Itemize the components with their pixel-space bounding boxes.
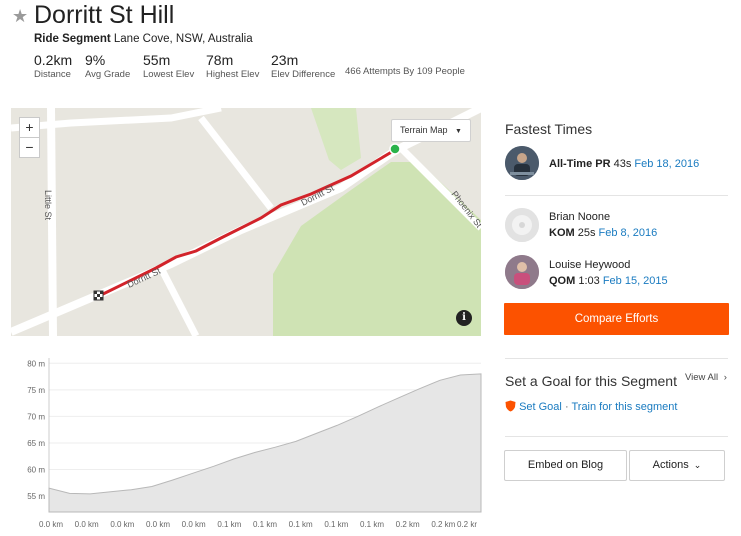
road-little-st: [47, 108, 57, 336]
park-area: [273, 162, 481, 336]
kom-row: KOM 25s Feb 8, 2016: [549, 227, 657, 239]
qom-date-link[interactable]: Feb 15, 2015: [603, 275, 668, 287]
link-separator: ·: [564, 401, 569, 413]
set-goal-link[interactable]: Set Goal: [519, 401, 562, 413]
divider: [505, 195, 728, 196]
rider-photo-icon: [505, 255, 539, 289]
attempts-count: 466 Attempts By 109 People: [345, 66, 465, 77]
map-type-label: Terrain Map: [400, 125, 448, 135]
stat-label: Highest Elev: [206, 69, 260, 80]
zoom-in-button[interactable]: +: [19, 117, 40, 138]
pr-time: 43s: [613, 158, 632, 170]
qom-time: 1:03: [578, 275, 600, 287]
kom-time: 25s: [577, 227, 596, 239]
stat-value: 78m: [206, 52, 234, 68]
embed-button[interactable]: Embed on Blog: [504, 450, 627, 481]
y-axis-ticks: 80 m 75 m 70 m 65 m 60 m 55 m: [27, 359, 45, 501]
x-axis-ticks: 0.0 km 0.0 km 0.0 km 0.0 km 0.0 km 0.1 km 0.1 …: [39, 520, 477, 529]
road-diagonal: [198, 115, 274, 211]
zoom-out-button[interactable]: −: [19, 137, 40, 158]
x-tick-label: 0.0 km: [182, 520, 206, 529]
stat-value: 9%: [85, 52, 106, 68]
stat-avg-grade: 9% Avg Grade: [85, 52, 130, 81]
road-top: [11, 108, 222, 132]
x-tick-label: 0.2 km: [396, 520, 420, 529]
x-tick-label: 0.1 km: [324, 520, 348, 529]
street-label-dorritt-lower: Dorritt St: [126, 266, 163, 290]
chevron-down-icon: ⌄: [693, 460, 702, 470]
x-tick-label: 0.2 kr: [457, 520, 477, 529]
avatar[interactable]: [505, 208, 539, 242]
segment-type: Ride Segment: [34, 33, 111, 45]
finish-flag-icon: [93, 290, 104, 301]
shield-icon: [505, 400, 516, 412]
stat-highest-elev: 78m Highest Elev: [206, 52, 259, 81]
stat-label: Avg Grade: [85, 69, 131, 80]
segment-subtitle: Ride Segment Lane Cove, NSW, Australia: [34, 33, 253, 45]
caret-down-icon: ▼: [455, 128, 462, 135]
info-icon[interactable]: i: [456, 310, 472, 326]
x-tick-label: 0.1 km: [289, 520, 313, 529]
stat-label: Lowest Elev: [143, 69, 195, 80]
avatar[interactable]: [505, 255, 539, 289]
map-canvas[interactable]: Little St Dorritt St Dorritt St Phoenix …: [11, 108, 481, 336]
actions-label: Actions: [652, 459, 689, 471]
stat-distance: 0.2km Distance: [34, 52, 72, 81]
x-tick-label: 0.0 km: [110, 520, 134, 529]
stat-elev-difference: 23m Elev Difference: [271, 52, 335, 81]
park-area-top: [311, 108, 361, 170]
chevron-right-icon: ›: [723, 372, 727, 383]
x-tick-label: 0.2 km: [431, 520, 455, 529]
y-tick-label: 55 m: [27, 492, 45, 501]
x-tick-label: 0.1 km: [217, 520, 241, 529]
segment-location: Lane Cove, NSW, Australia: [113, 33, 253, 45]
default-avatar-icon: [505, 208, 539, 242]
stat-label: Elev Difference: [271, 69, 336, 80]
kom-name[interactable]: Brian Noone: [549, 211, 610, 223]
kom-label: KOM: [549, 227, 575, 239]
goal-actions: Set Goal · Train for this segment: [505, 400, 677, 413]
kom-date-link[interactable]: Feb 8, 2016: [599, 227, 658, 239]
qom-label: QOM: [549, 275, 576, 287]
qom-name[interactable]: Louise Heywood: [549, 259, 630, 271]
qom-row: QOM 1:03 Feb 15, 2015: [549, 275, 668, 287]
goal-heading: Set a Goal for this Segment: [505, 373, 677, 389]
compare-efforts-button[interactable]: Compare Efforts: [504, 303, 729, 335]
y-tick-label: 60 m: [27, 466, 45, 475]
stat-lowest-elev: 55m Lowest Elev: [143, 52, 194, 81]
start-marker: [389, 143, 401, 155]
elevation-chart[interactable]: 80 m75 m70 m65 m60 m55 m 0.0 km 0.0 km 0.0…: [11, 350, 483, 536]
y-tick-label: 75 m: [27, 386, 45, 395]
view-all-label: View All: [685, 372, 719, 383]
stat-value: 0.2km: [34, 52, 73, 68]
road-branch: [157, 266, 200, 336]
rider-photo-icon: [505, 146, 539, 180]
train-link[interactable]: Train for this segment: [571, 401, 677, 413]
x-tick-label: 0.1 km: [253, 520, 277, 529]
fastest-times-heading: Fastest Times: [505, 121, 593, 137]
pr-date-link[interactable]: Feb 18, 2016: [634, 158, 699, 170]
stat-value: 23m: [271, 52, 299, 68]
pr-row: All-Time PR 43s Feb 18, 2016: [549, 158, 699, 170]
stat-value: 55m: [143, 52, 171, 68]
star-icon[interactable]: ★: [12, 6, 28, 27]
pr-label: All-Time PR: [549, 158, 611, 170]
x-tick-label: 0.0 km: [146, 520, 170, 529]
x-tick-label: 0.1 km: [360, 520, 384, 529]
page-title: Dorritt St Hill: [34, 1, 175, 29]
view-all-link[interactable]: View All ›: [685, 372, 727, 383]
y-tick-label: 80 m: [27, 359, 45, 368]
segment-map[interactable]: Little St Dorritt St Dorritt St Phoenix …: [11, 108, 481, 336]
stat-label: Distance: [34, 69, 71, 80]
divider: [505, 436, 728, 437]
divider: [505, 358, 728, 359]
actions-button[interactable]: Actions ⌄: [629, 450, 725, 481]
y-tick-label: 65 m: [27, 439, 45, 448]
x-tick-label: 0.0 km: [75, 520, 99, 529]
y-tick-label: 70 m: [27, 412, 45, 421]
x-tick-label: 0.0 km: [39, 520, 63, 529]
avatar[interactable]: [505, 146, 539, 180]
map-type-dropdown[interactable]: Terrain Map ▼: [391, 119, 471, 142]
street-label-little: Little St: [43, 190, 53, 221]
